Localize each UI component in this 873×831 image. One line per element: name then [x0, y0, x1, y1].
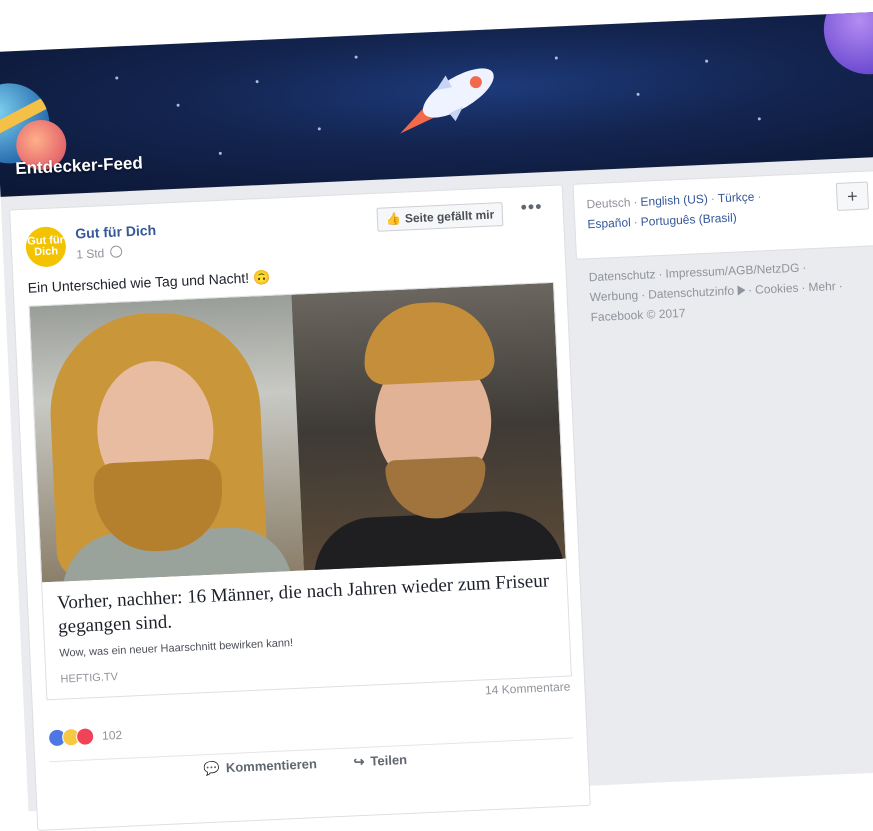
link-preview[interactable]: Vorher, nachher: 16 Männer, die nach Jah…	[28, 281, 572, 701]
adchoices-icon[interactable]	[736, 285, 746, 296]
footer-copyright: Facebook © 2017	[590, 305, 686, 325]
like-page-label: Seite gefällt mir	[404, 207, 495, 226]
globe-icon	[109, 245, 123, 258]
before-photo	[29, 294, 304, 583]
more-options-icon[interactable]: •••	[520, 196, 543, 218]
after-photo	[291, 282, 566, 581]
language-option-turkce[interactable]: Türkçe	[717, 190, 754, 206]
link-title[interactable]: Vorher, nachher: 16 Männer, die nach Jah…	[57, 569, 555, 639]
language-option-espanol[interactable]: Español	[587, 215, 631, 231]
post-text: Ein Unterschied wie Tag und Nacht! 🙃	[27, 268, 271, 296]
post-card: Gut für Dich Gut für Dich 1 Std 👍 Seite g…	[9, 184, 591, 831]
comment-label: Kommentieren	[225, 756, 318, 776]
page-name-link[interactable]: Gut für Dich	[75, 222, 157, 242]
post-action-bar: 💬 Kommentieren ↪ Teilen	[49, 737, 574, 776]
timestamp-text[interactable]: 1 Std	[76, 246, 105, 261]
footer-links: Datenschutz · Impressum/AGB/NetzDG · Werbun…	[588, 260, 844, 325]
footer-mehr[interactable]: Mehr	[808, 279, 836, 294]
footer-impressum[interactable]: Impressum/AGB/NetzDG	[665, 261, 800, 281]
language-selector: Deutsch · English (US) · Türkçe · Español · Por…	[572, 169, 873, 260]
post-timestamp[interactable]: 1 Std	[76, 245, 123, 261]
footer-werbung[interactable]: Werbung	[589, 288, 638, 304]
link-description: Wow, was ein neuer Haarschnitt bewirken …	[59, 637, 294, 660]
comment-button[interactable]: 💬 Kommentieren	[203, 756, 317, 777]
share-icon: ↪	[353, 753, 365, 770]
like-page-button[interactable]: 👍 Seite gefällt mir	[376, 202, 504, 232]
reactions-summary[interactable]: 102	[47, 726, 123, 748]
facebook-page: Entdecker-Feed Gut für Dich Gut für Dich…	[0, 11, 873, 831]
link-image[interactable]	[29, 282, 566, 583]
thumbs-up-icon: 👍	[385, 211, 402, 227]
comment-icon: 💬	[203, 760, 221, 777]
share-label: Teilen	[370, 751, 408, 769]
planet-illustration	[821, 11, 873, 77]
rocket-icon	[400, 68, 494, 134]
comments-count-link[interactable]: 14 Kommentare	[485, 680, 571, 698]
footer-datenschutz[interactable]: Datenschutz	[589, 267, 656, 284]
link-domain: HEFTIG.TV	[60, 671, 119, 686]
language-option-english[interactable]: English (US)	[640, 192, 708, 209]
footer-datenschutzinfo[interactable]: Datenschutzinfo	[648, 284, 735, 302]
love-icon	[75, 727, 95, 746]
page-avatar[interactable]: Gut für Dich	[25, 225, 67, 268]
footer-cookies[interactable]: Cookies	[755, 281, 799, 297]
add-language-button[interactable]: +	[835, 181, 870, 211]
reaction-count: 102	[101, 727, 123, 743]
explore-feed-banner: Entdecker-Feed	[0, 11, 873, 197]
language-option-deutsch: Deutsch	[586, 195, 631, 212]
share-button[interactable]: ↪ Teilen	[353, 752, 407, 770]
language-option-portugues[interactable]: Português (Brasil)	[640, 210, 737, 228]
